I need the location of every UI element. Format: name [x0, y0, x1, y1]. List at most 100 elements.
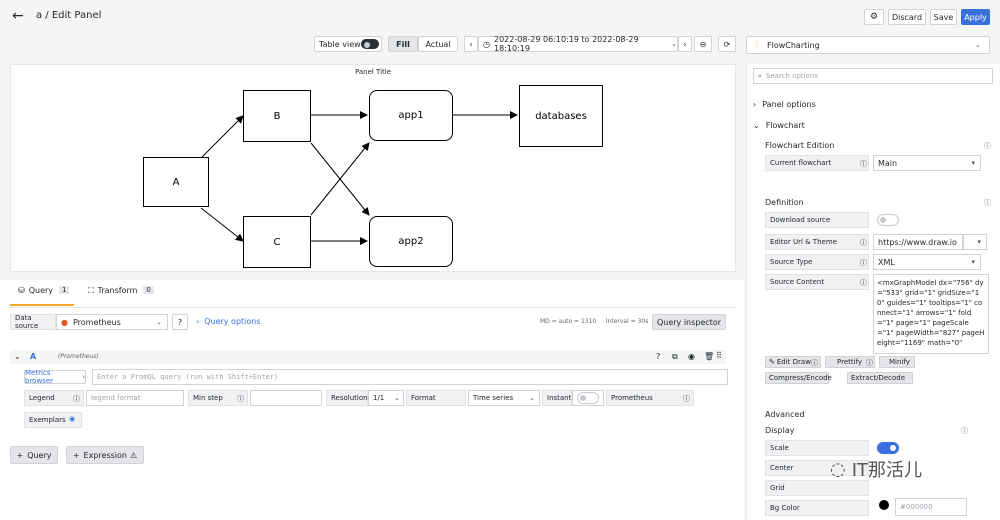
discard-button[interactable]: Discard — [888, 9, 926, 25]
database-icon: ⛁ — [18, 286, 25, 295]
time-forward-button[interactable]: › — [678, 36, 692, 52]
chevron-down-icon: ⌄ — [975, 41, 981, 49]
editor-url-input[interactable]: https://www.draw.io — [873, 234, 963, 250]
warning-icon: ⚠ — [129, 450, 138, 460]
time-range-picker[interactable]: ◷ 2022-08-29 06:10:19 to 2022-08-29 18:1… — [478, 35, 678, 53]
add-query-button[interactable]: + Query — [10, 446, 58, 464]
node-b[interactable]: B — [243, 90, 311, 142]
eye-icon[interactable]: ◉ — [688, 352, 695, 361]
tab-transform-label: Transform — [97, 286, 138, 295]
table-view-switch[interactable] — [361, 39, 379, 49]
zoom-out-button[interactable]: ⊖ — [694, 36, 712, 52]
prometheus-icon: ● — [61, 317, 68, 327]
tab-query[interactable]: ⛁ Query 1 — [10, 286, 74, 306]
prettify-label: Prettify — [837, 358, 863, 366]
duplicate-icon[interactable]: ⧉ — [672, 352, 678, 362]
drag-handle-icon[interactable]: ⠿ — [716, 351, 722, 360]
trash-icon[interactable]: 🗑 — [704, 352, 714, 361]
query-options-toggle[interactable]: › Query options — [196, 317, 261, 326]
info-icon[interactable]: ⓘ — [984, 141, 991, 151]
definition-heading: Definition — [765, 198, 804, 207]
bg-color-input[interactable]: #000000 — [895, 498, 967, 516]
promql-placeholder: Enter a PromQL query (run with Shift+Ent… — [97, 373, 279, 381]
current-flowchart-select[interactable]: Main ▾ — [873, 155, 981, 171]
refresh-button[interactable]: ⟳ — [718, 36, 736, 52]
min-step-input[interactable] — [250, 390, 322, 406]
editor-url-value: https://www.draw.io — [878, 237, 957, 247]
fill-button[interactable]: Fill — [388, 36, 418, 52]
source-type-select[interactable]: XML ▾ — [873, 254, 981, 270]
data-source-help-button[interactable]: ? — [172, 314, 188, 330]
table-view-toggle[interactable]: Table view — [314, 36, 382, 52]
instant-toggle[interactable] — [577, 392, 599, 404]
editor-theme-select[interactable]: ▾ — [963, 234, 987, 250]
help-icon: ? — [177, 317, 183, 327]
info-icon[interactable]: ⓘ — [237, 394, 244, 404]
node-databases[interactable]: databases — [519, 85, 603, 147]
compress-encode-button[interactable]: Compress/Encode — [765, 372, 832, 384]
metrics-browser-button[interactable]: Metrics browser › — [24, 369, 86, 385]
data-source-select[interactable]: ● Prometheus ⌄ — [56, 314, 168, 330]
flowchart-header[interactable]: ⌄ Flowchart — [753, 121, 805, 130]
info-icon[interactable]: ⓘ — [860, 159, 867, 169]
source-type-label: Source Type ⓘ — [765, 254, 869, 270]
panel-options-header[interactable]: › Panel options — [753, 100, 816, 109]
visualization-picker[interactable]: ⋮ FlowCharting ⌄ — [746, 36, 990, 54]
grid-label: Grid — [765, 480, 869, 496]
extract-decode-button[interactable]: Extract/Decode — [847, 372, 913, 384]
query-inspector-button[interactable]: Query inspector — [652, 314, 726, 330]
info-icon[interactable]: ⓘ — [961, 426, 968, 436]
node-a[interactable]: A — [143, 157, 209, 207]
source-content-textarea[interactable]: <mxGraphModel dx="756" dy="533" grid="1"… — [873, 274, 989, 354]
add-expression-button[interactable]: + Expression ⚠ — [66, 446, 144, 464]
legend-input[interactable]: legend format — [86, 390, 184, 406]
panel-preview: Panel Title A B C app1 app2 databases — [10, 64, 736, 272]
back-arrow-icon[interactable]: ← — [12, 9, 24, 23]
eye-icon[interactable]: ◉ — [69, 415, 75, 423]
info-icon[interactable]: ⓘ — [860, 258, 867, 268]
chevron-down-icon: ⌄ — [753, 121, 760, 130]
actual-button[interactable]: Actual — [418, 36, 458, 52]
watermark: ◌ IT那活儿 — [830, 456, 922, 482]
search-options-placeholder: Search options — [765, 72, 818, 80]
info-icon: ⓘ — [811, 359, 818, 367]
save-button[interactable]: Save — [930, 9, 957, 25]
node-app1[interactable]: app1 — [369, 90, 453, 141]
minify-button[interactable]: Minify — [879, 356, 915, 368]
edit-icon: ✎ — [769, 358, 775, 366]
resolution-select[interactable]: 1/1 ⌄ — [368, 390, 404, 406]
chevron-down-icon: ⌄ — [529, 394, 535, 402]
edit-draw-button[interactable]: ✎ Edit Draw ⓘ — [765, 356, 821, 368]
info-icon[interactable]: ⓘ — [984, 198, 991, 208]
tab-transform[interactable]: ⛶ Transform 0 — [88, 286, 154, 306]
format-select[interactable]: Time series ⌄ — [468, 390, 540, 406]
chevron-right-icon: › — [82, 373, 85, 381]
info-icon[interactable]: ⓘ — [683, 394, 690, 404]
search-options-input[interactable]: ⌕ Search options — [753, 68, 993, 84]
info-icon[interactable]: ⓘ — [860, 238, 867, 248]
tab-query-count: 1 — [59, 286, 70, 294]
bg-color-label: Bg Color — [765, 500, 869, 516]
scale-toggle[interactable] — [877, 442, 899, 454]
help-icon[interactable]: ? — [656, 352, 660, 361]
zoom-out-icon: ⊖ — [699, 39, 707, 49]
info-icon[interactable]: ⓘ — [860, 278, 867, 288]
settings-button[interactable]: ⚙ — [864, 9, 884, 25]
apply-button[interactable]: Apply — [961, 9, 990, 25]
node-app2[interactable]: app2 — [369, 216, 453, 267]
chevron-down-icon: ⌄ — [156, 318, 162, 326]
promql-query-input[interactable]: Enter a PromQL query (run with Shift+Ent… — [92, 369, 728, 385]
plus-icon: + — [16, 450, 24, 460]
info-icon[interactable]: ⓘ — [73, 394, 80, 404]
table-view-label: Table view — [319, 39, 361, 49]
bg-color-swatch[interactable] — [879, 500, 889, 510]
time-back-button[interactable]: ‹ — [464, 36, 478, 52]
advanced-heading: Advanced — [765, 410, 805, 419]
caret-down-icon: ▾ — [977, 238, 981, 246]
node-c[interactable]: C — [243, 216, 311, 268]
prettify-button[interactable]: Prettify ⓘ — [825, 356, 875, 368]
instant-label: Instant — [542, 390, 572, 406]
collapse-chevron-icon[interactable]: ⌄ — [14, 352, 21, 361]
download-source-toggle[interactable] — [877, 214, 899, 226]
prometheus-label-text: Prometheus — [611, 394, 653, 402]
